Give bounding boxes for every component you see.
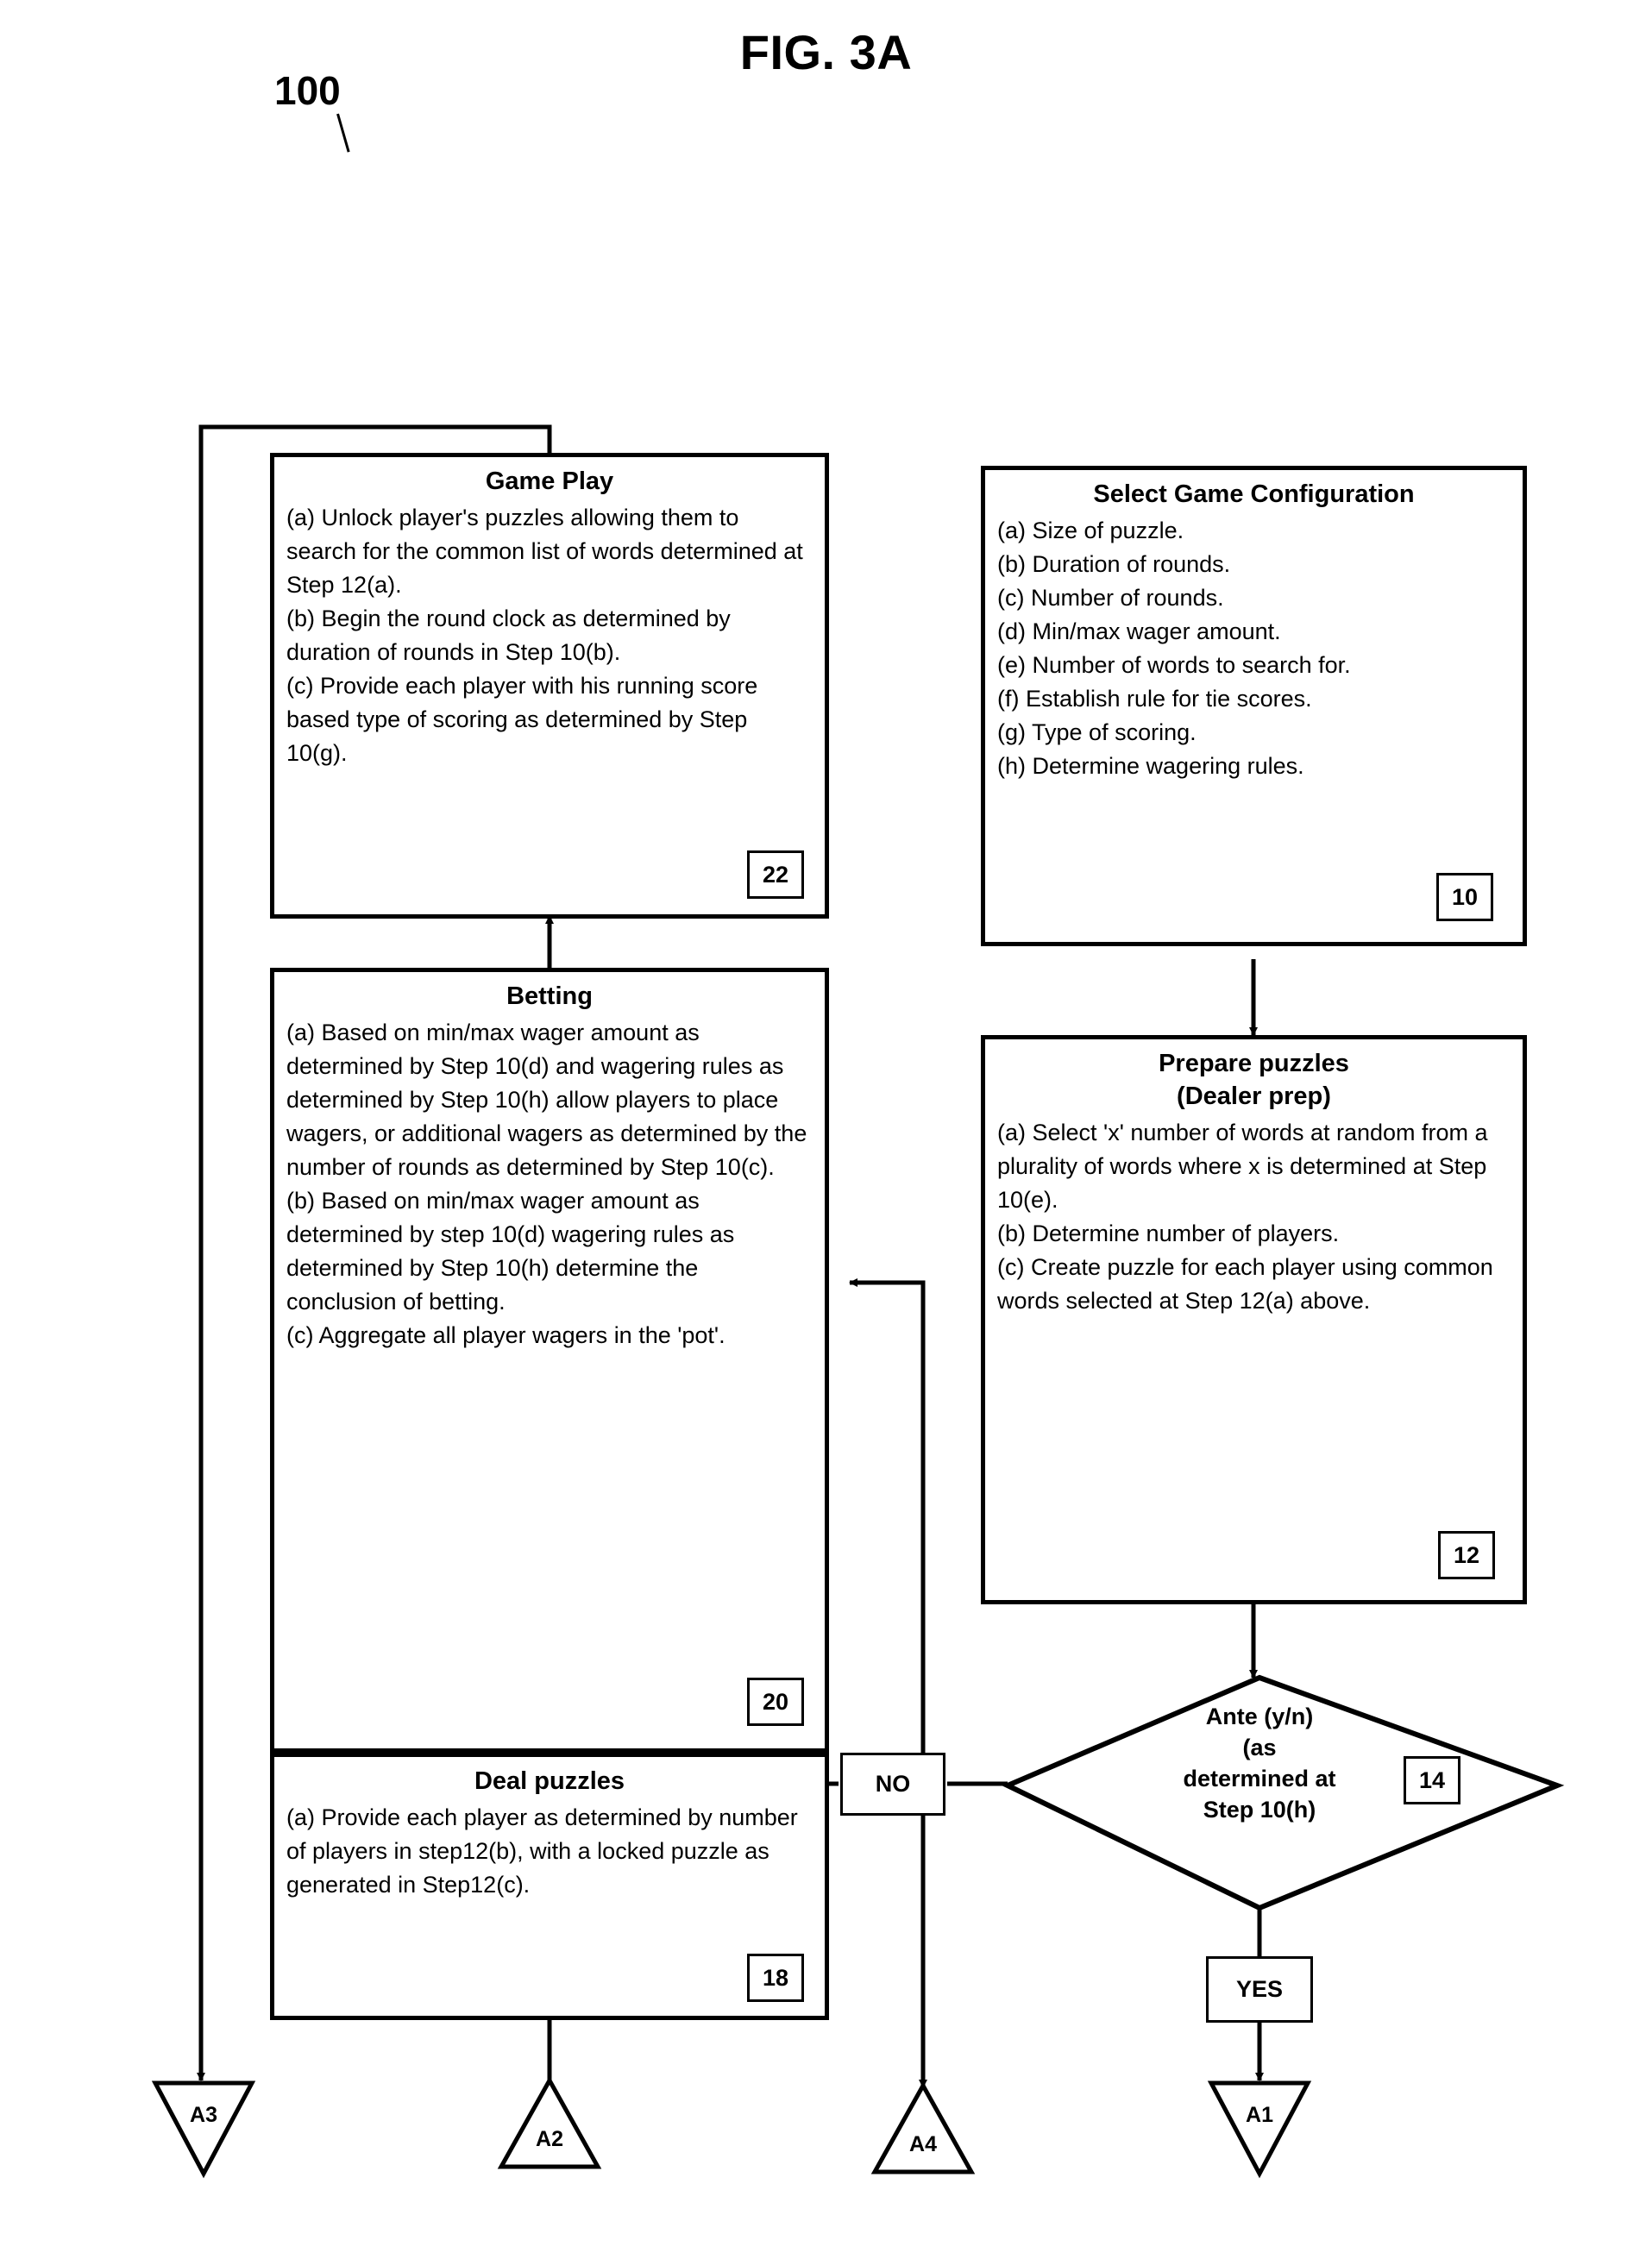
connector-a2-label: A2 <box>536 2127 563 2151</box>
config-item-c: (c) Number of rounds. <box>997 585 1224 611</box>
node-prepare-puzzles: Prepare puzzles (Dealer prep) (a) Select… <box>981 1035 1527 1604</box>
label-box-no: NO <box>840 1753 945 1816</box>
ante-decision-label: Ante (y/n) (as determined at Step 10(h) <box>1121 1701 1398 1825</box>
node-game-play-ref: 22 <box>747 850 804 899</box>
config-item-e: (e) Number of words to search for. <box>997 652 1351 678</box>
connector-a4-triangle <box>870 2080 976 2174</box>
node-betting-item-a: (a) Based on min/max wager amount as det… <box>286 1020 807 1180</box>
ante-decision-line-2: (as <box>1242 1735 1277 1760</box>
ante-decision-line-4: Step 10(h) <box>1203 1797 1316 1823</box>
connector-a1-label: A1 <box>1246 2103 1273 2127</box>
config-item-f: (f) Establish rule for tie scores. <box>997 686 1312 712</box>
node-betting-ref: 20 <box>747 1678 804 1726</box>
config-item-g: (g) Type of scoring. <box>997 719 1197 745</box>
config-item-a: (a) Size of puzzle. <box>997 518 1184 543</box>
node-betting: Betting (a) Based on min/max wager amoun… <box>270 968 829 1753</box>
ante-decision-line-1: Ante (y/n) <box>1205 1704 1314 1729</box>
node-prepare-puzzles-ref: 12 <box>1438 1531 1495 1579</box>
node-prepare-puzzles-body: (a) Select 'x' number of words at random… <box>997 1116 1512 1318</box>
node-select-game-configuration-title: Select Game Configuration <box>1093 480 1415 508</box>
config-item-h: (h) Determine wagering rules. <box>997 753 1304 779</box>
connector-a3-label: A3 <box>190 2103 217 2127</box>
node-game-play: Game Play (a) Unlock player's puzzles al… <box>270 453 829 919</box>
node-betting-item-b: (b) Based on min/max wager amount as det… <box>286 1188 735 1315</box>
node-deal-puzzles-body: (a) Provide each player as determined by… <box>286 1801 814 1902</box>
node-game-play-item-a: (a) Unlock player's puzzles allowing the… <box>286 505 803 598</box>
label-box-yes: YES <box>1206 1956 1313 2023</box>
node-select-game-configuration: Select Game Configuration (a) Size of pu… <box>981 466 1527 946</box>
config-item-b: (b) Duration of rounds. <box>997 551 1231 577</box>
node-prepare-puzzles-item-a: (a) Select 'x' number of words at random… <box>997 1120 1488 1213</box>
wire-no-spine-to-betting <box>849 1278 926 1753</box>
node-deal-puzzles-ref: 18 <box>747 1954 804 2002</box>
node-deal-puzzles: Deal puzzles (a) Provide each player as … <box>270 1753 829 2020</box>
node-betting-title: Betting <box>506 982 593 1010</box>
node-select-game-configuration-ref: 10 <box>1436 873 1493 921</box>
node-game-play-item-b: (b) Begin the round clock as determined … <box>286 606 731 665</box>
node-deal-puzzles-title: Deal puzzles <box>474 1767 625 1795</box>
connector-a3-triangle <box>151 2080 256 2179</box>
connector-a2-triangle <box>497 2075 602 2169</box>
node-game-play-title: Game Play <box>485 467 614 495</box>
figure-reference-number: 100 <box>274 68 341 113</box>
node-betting-item-c: (c) Aggregate all player wagers in the '… <box>286 1322 725 1348</box>
node-deal-puzzles-item-a: (a) Provide each player as determined by… <box>286 1804 798 1898</box>
figure-root: FIG. 3A 100 Game Play (a) Unlock player'… <box>0 0 1652 2259</box>
node-game-play-body: (a) Unlock player's puzzles allowing the… <box>286 501 814 770</box>
node-game-play-item-c: (c) Provide each player with his running… <box>286 673 758 766</box>
figure-lead-line <box>336 113 350 153</box>
node-betting-body: (a) Based on min/max wager amount as det… <box>286 1016 814 1352</box>
node-prepare-puzzles-subtitle: (Dealer prep) <box>1177 1082 1331 1110</box>
node-prepare-puzzles-item-c: (c) Create puzzle for each player using … <box>997 1254 1493 1314</box>
config-item-d: (d) Min/max wager amount. <box>997 618 1281 644</box>
figure-title: FIG. 3A <box>739 25 913 79</box>
node-select-game-configuration-body: (a) Size of puzzle. (b) Duration of roun… <box>997 514 1512 783</box>
connector-a4-label: A4 <box>909 2132 937 2156</box>
ante-decision-line-3: determined at <box>1183 1766 1336 1792</box>
ante-decision-ref: 14 <box>1404 1756 1460 1804</box>
node-prepare-puzzles-item-b: (b) Determine number of players. <box>997 1220 1340 1246</box>
node-prepare-puzzles-title: Prepare puzzles <box>1159 1050 1349 1077</box>
connector-a1-triangle <box>1207 2080 1312 2179</box>
